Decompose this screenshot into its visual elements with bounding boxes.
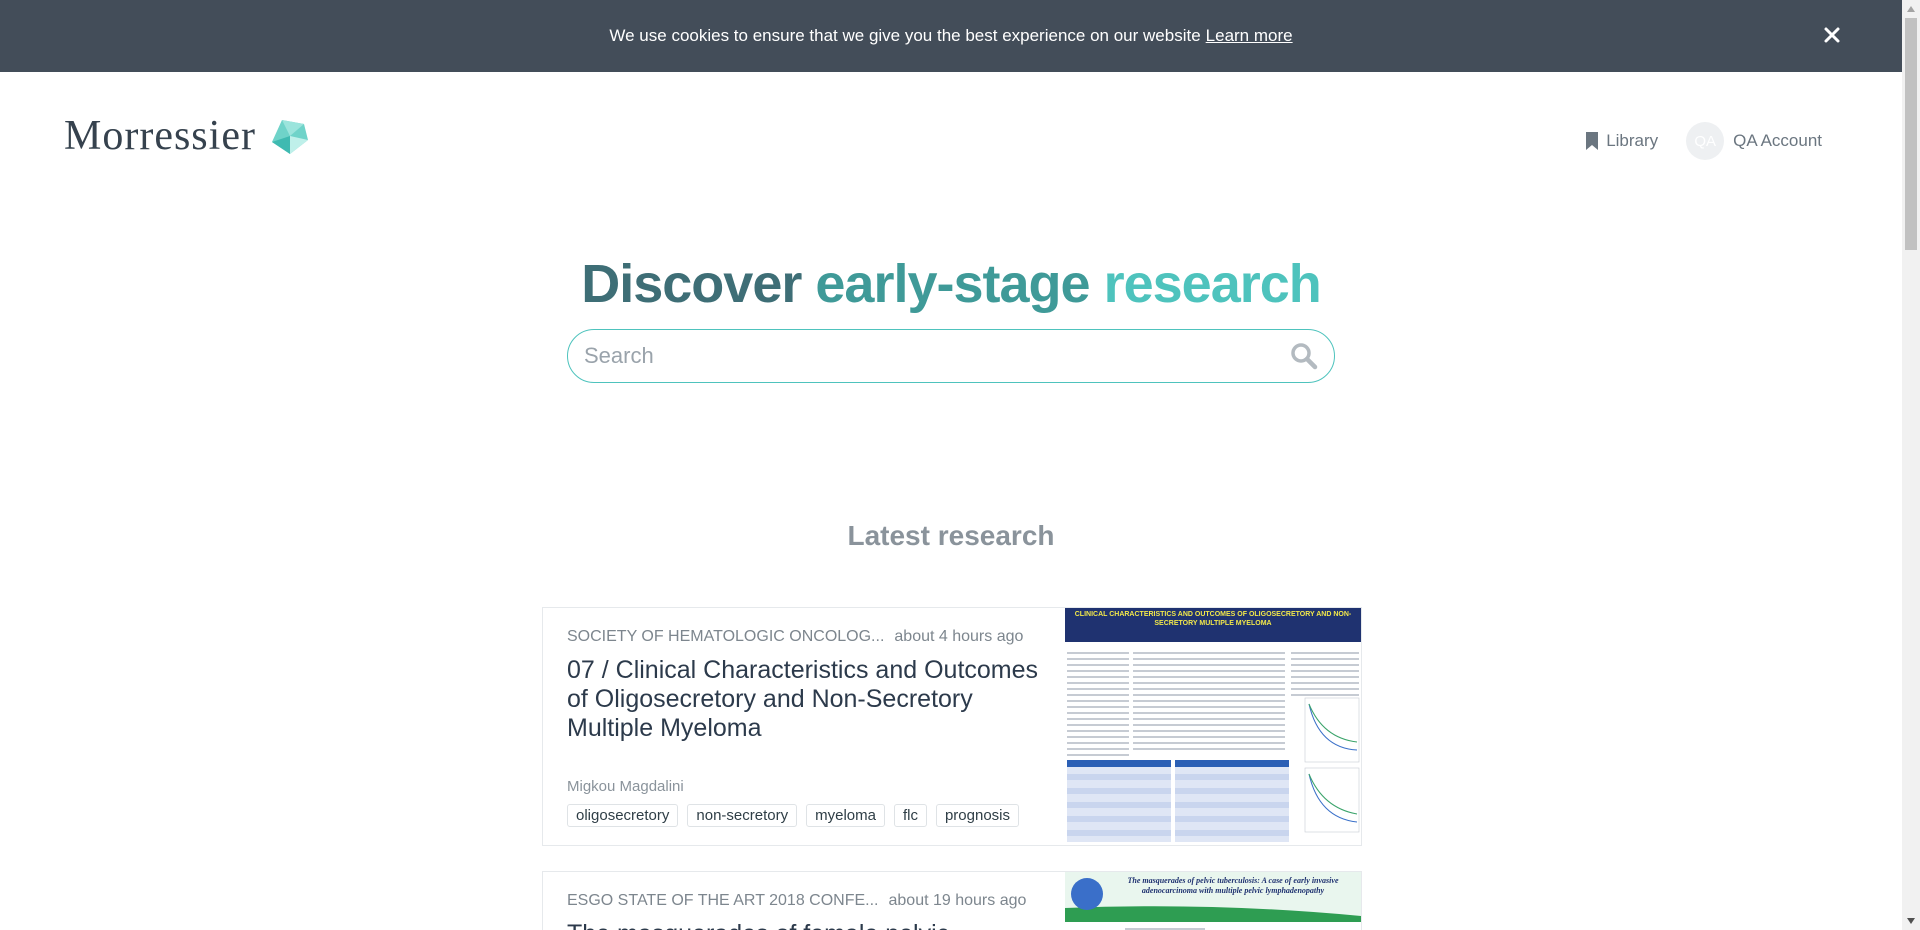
search-icon[interactable] [1290, 342, 1318, 370]
card-author[interactable]: Migkou Magdalini [567, 778, 684, 795]
card-title[interactable]: The masquerades of female pelvic [567, 920, 1047, 930]
logo[interactable]: Morressier [64, 112, 312, 160]
cookie-message: We use cookies to ensure that we give yo… [609, 26, 1201, 45]
top-nav: Library QA QA Account [1585, 122, 1822, 160]
card-body: ESGO STATE OF THE ART 2018 CONFE... abou… [567, 872, 1067, 930]
hero-title-part2: early-stage [815, 254, 1090, 314]
card-source[interactable]: ESGO STATE OF THE ART 2018 CONFE... [567, 892, 879, 910]
card-meta: SOCIETY OF HEMATOLOGIC ONCOLOG... about … [567, 628, 1067, 646]
avatar: QA [1686, 122, 1725, 160]
research-card[interactable]: SOCIETY OF HEMATOLOGIC ONCOLOG... about … [542, 607, 1362, 846]
card-time: about 4 hours ago [894, 628, 1024, 645]
library-link[interactable]: Library [1585, 131, 1658, 151]
scroll-down-icon[interactable] [1902, 912, 1920, 930]
search-bar [567, 329, 1335, 383]
card-title[interactable]: 07 / Clinical Characteristics and Outcom… [567, 656, 1047, 743]
poster-image: The masquerades of pelvic tuberculosis: … [1065, 872, 1361, 930]
tag[interactable]: myeloma [806, 804, 885, 827]
hero-title: Discover early-stage research [0, 253, 1902, 315]
scroll-thumb[interactable] [1905, 18, 1917, 250]
card-tags: oligosecretory non-secretory myeloma flc… [567, 804, 1028, 827]
scroll-up-icon[interactable] [1902, 0, 1920, 18]
library-label: Library [1606, 131, 1659, 150]
hero-title-part3: research [1103, 254, 1322, 314]
poster-image: CLINICAL CHARACTERISTICS AND OUTCOMES OF… [1065, 608, 1361, 845]
account-menu[interactable]: QA QA Account [1686, 122, 1822, 160]
poster-heading: CLINICAL CHARACTERISTICS AND OUTCOMES OF… [1074, 611, 1352, 627]
tag[interactable]: oligosecretory [567, 804, 679, 827]
logo-gem-icon [271, 120, 308, 154]
account-label: QA Account [1733, 131, 1822, 150]
search-input[interactable] [584, 343, 1284, 369]
card-time: about 19 hours ago [888, 892, 1027, 909]
card-meta: ESGO STATE OF THE ART 2018 CONFE... abou… [567, 892, 1067, 910]
page-scrollbar[interactable] [1902, 0, 1920, 930]
logo-text: Morressier [64, 113, 256, 159]
tag[interactable]: prognosis [935, 804, 1020, 827]
bookmark-icon [1586, 132, 1599, 150]
hero-title-part1: Discover [581, 254, 802, 314]
close-icon[interactable] [1820, 23, 1844, 47]
cookie-banner: We use cookies to ensure that we give yo… [0, 0, 1902, 72]
tag[interactable]: flc [893, 804, 927, 827]
tag[interactable]: non-secretory [687, 804, 798, 827]
card-source[interactable]: SOCIETY OF HEMATOLOGIC ONCOLOG... [567, 628, 884, 646]
card-body: SOCIETY OF HEMATOLOGIC ONCOLOG... about … [567, 608, 1067, 845]
research-card[interactable]: ESGO STATE OF THE ART 2018 CONFE... abou… [542, 871, 1362, 930]
poster-thumbnail[interactable]: CLINICAL CHARACTERISTICS AND OUTCOMES OF… [1065, 608, 1361, 845]
poster-thumbnail[interactable]: The masquerades of pelvic tuberculosis: … [1065, 872, 1361, 930]
poster-heading: The masquerades of pelvic tuberculosis: … [1127, 876, 1339, 895]
latest-research-title: Latest research [847, 520, 1055, 551]
learn-more-link[interactable]: Learn more [1206, 26, 1293, 46]
